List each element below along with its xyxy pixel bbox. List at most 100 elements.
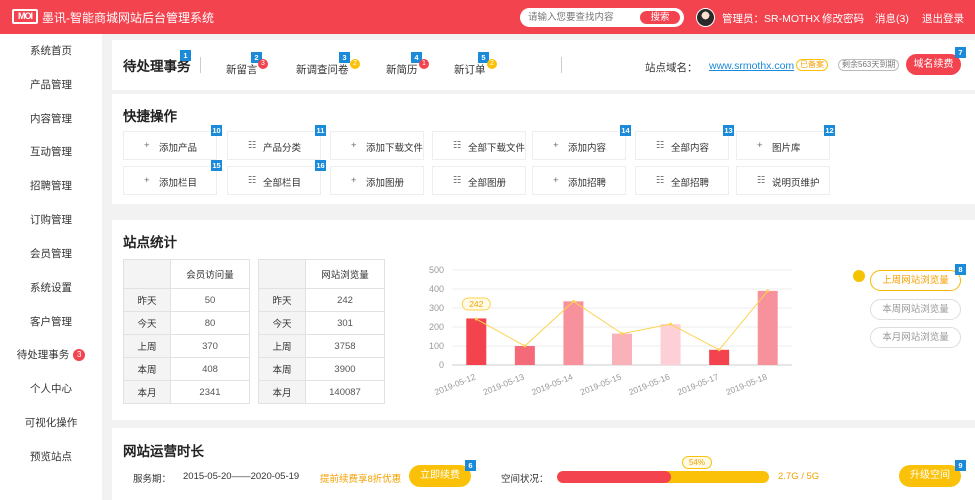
admin-label: 管理员：SR-MOTHX bbox=[722, 13, 820, 25]
uptime-title: 网站运营时长 bbox=[123, 444, 204, 459]
line-point bbox=[717, 348, 721, 352]
quick-action-label: 全部内容 bbox=[671, 143, 710, 154]
list-icon: ☷ bbox=[248, 140, 257, 151]
x-tick-label: 2019-05-17 bbox=[676, 371, 720, 397]
sidebar-item-visual[interactable]: 可视化操作 bbox=[0, 406, 102, 440]
row-label: 本月 bbox=[258, 380, 306, 404]
line-point bbox=[523, 344, 527, 348]
search-input[interactable] bbox=[528, 11, 638, 24]
sidebar-item-pending[interactable]: 待处理事务 3 bbox=[0, 338, 102, 372]
page-maintenance-button[interactable]: ☷ 说明页维护 bbox=[736, 166, 830, 195]
bar bbox=[563, 301, 584, 365]
plus-icon: + bbox=[351, 175, 357, 186]
messages-link[interactable]: 消息(3) bbox=[875, 11, 909, 26]
row-label: 昨天 bbox=[258, 288, 306, 312]
avatar[interactable] bbox=[696, 8, 715, 27]
last-week-views-toggle[interactable]: 上周网站浏览量 bbox=[870, 270, 961, 291]
plus-icon: + bbox=[144, 140, 150, 151]
this-month-views-toggle[interactable]: 本月网站浏览量 bbox=[870, 327, 961, 348]
domain-label: 站点域名： bbox=[645, 62, 698, 74]
list-icon: ☷ bbox=[248, 175, 257, 186]
plus-icon: + bbox=[553, 175, 559, 186]
table-header: 会员访问量 bbox=[170, 259, 250, 289]
y-tick-label: 500 bbox=[429, 265, 444, 275]
site-stats-panel: 站点统计 会员访问量 昨天 50 今天 80 上周 370 本周 408 本月 2341 … bbox=[112, 220, 975, 420]
sidebar-item-content[interactable]: 内容管理 bbox=[0, 102, 102, 136]
tag-7: 7 bbox=[955, 47, 966, 58]
sidebar-item-profile[interactable]: 个人中心 bbox=[0, 372, 102, 406]
plus-icon: + bbox=[144, 175, 150, 186]
renew-now-button[interactable]: 立即续费 bbox=[409, 465, 471, 487]
row-label: 昨天 bbox=[123, 288, 171, 312]
promo-text: 提前续费享8折优惠 bbox=[320, 474, 402, 485]
tag-14: 14 bbox=[620, 125, 631, 136]
tag-13: 13 bbox=[723, 125, 734, 136]
row-value: 301 bbox=[305, 311, 385, 335]
tab-new-messages[interactable]: 新留言 bbox=[226, 62, 258, 77]
plus-icon: + bbox=[757, 140, 763, 151]
add-column-button[interactable]: + 添加栏目 bbox=[123, 166, 217, 195]
x-tick-label: 2019-05-13 bbox=[482, 371, 526, 397]
tag-16: 16 bbox=[315, 160, 326, 171]
add-product-button[interactable]: + 添加产品 bbox=[123, 131, 217, 160]
all-columns-button[interactable]: ☷ 全部栏目 bbox=[227, 166, 321, 195]
tab-new-resumes[interactable]: 新简历 bbox=[386, 62, 418, 77]
all-albums-button[interactable]: ☷ 全部图册 bbox=[432, 166, 526, 195]
logout-link[interactable]: 退出登录 bbox=[922, 11, 964, 26]
product-category-button[interactable]: ☷ 产品分类 bbox=[227, 131, 321, 160]
all-downloads-button[interactable]: ☷ 全部下载文件 bbox=[432, 131, 526, 160]
renew-domain-button[interactable]: 域名续费 bbox=[906, 54, 961, 75]
quick-action-label: 全部下载文件 bbox=[468, 143, 526, 154]
new-surveys-count: 2 bbox=[350, 59, 360, 69]
all-content-button[interactable]: ☷ 全部内容 bbox=[635, 131, 729, 160]
x-tick-label: 2019-05-15 bbox=[579, 371, 623, 397]
sidebar-item-interaction[interactable]: 互动管理 bbox=[0, 135, 102, 169]
tag-12: 12 bbox=[824, 125, 835, 136]
top-bar: MOI 墨讯-智能商城网站后台管理系统 搜索 管理员：SR-MOTHX 修改密码… bbox=[0, 0, 975, 34]
divider bbox=[200, 57, 201, 73]
quick-action-label: 全部招聘 bbox=[671, 178, 710, 189]
sidebar-item-orders[interactable]: 订购管理 bbox=[0, 203, 102, 237]
sidebar-item-members[interactable]: 会员管理 bbox=[0, 237, 102, 271]
upgrade-space-button[interactable]: 升级空间 bbox=[899, 465, 961, 487]
sidebar-item-settings[interactable]: 系统设置 bbox=[0, 271, 102, 305]
sidebar-item-recruitment[interactable]: 招聘管理 bbox=[0, 169, 102, 203]
member-visits-table: 会员访问量 昨天 50 今天 80 上周 370 本周 408 本月 2341 bbox=[123, 259, 250, 404]
bar bbox=[466, 318, 487, 365]
sidebar: 系统首页 产品管理 内容管理 互动管理 招聘管理 订购管理 会员管理 系统设置 … bbox=[0, 34, 102, 500]
row-value: 3900 bbox=[305, 357, 385, 381]
this-week-views-toggle[interactable]: 本周网站浏览量 bbox=[870, 299, 961, 320]
sidebar-item-products[interactable]: 产品管理 bbox=[0, 68, 102, 102]
image-library-button[interactable]: + 图片库 bbox=[736, 131, 830, 160]
add-content-button[interactable]: + 添加内容 bbox=[532, 131, 626, 160]
tab-new-orders[interactable]: 新订单 bbox=[454, 62, 486, 77]
row-label: 上周 bbox=[123, 334, 171, 358]
new-messages-count: 3 bbox=[258, 59, 268, 69]
search-button[interactable]: 搜索 bbox=[640, 11, 680, 24]
domain-link[interactable]: www.srmothx.com bbox=[709, 60, 794, 72]
tag-11: 11 bbox=[315, 125, 326, 136]
sidebar-item-home[interactable]: 系统首页 bbox=[0, 34, 102, 68]
data-label: 242 bbox=[469, 299, 483, 309]
y-tick-label: 0 bbox=[439, 360, 444, 370]
add-album-button[interactable]: + 添加图册 bbox=[330, 166, 424, 195]
tab-new-surveys[interactable]: 新调查问卷 bbox=[296, 62, 349, 77]
sidebar-item-customers[interactable]: 客户管理 bbox=[0, 305, 102, 339]
legend-dot bbox=[853, 270, 865, 282]
logo: MOI bbox=[12, 9, 38, 24]
add-job-button[interactable]: + 添加招聘 bbox=[532, 166, 626, 195]
row-value: 408 bbox=[170, 357, 250, 381]
service-label: 服务期： bbox=[133, 474, 172, 485]
tag-8: 8 bbox=[955, 264, 966, 275]
sidebar-item-preview[interactable]: 预览站点 bbox=[0, 440, 102, 474]
all-jobs-button[interactable]: ☷ 全部招聘 bbox=[635, 166, 729, 195]
line-point bbox=[474, 317, 478, 321]
change-password-link[interactable]: 修改密码 bbox=[822, 11, 864, 26]
remaining-days-badge: 剩余563天到期 bbox=[838, 59, 900, 71]
x-tick-label: 2019-05-16 bbox=[627, 371, 671, 397]
add-download-button[interactable]: + 添加下载文件 bbox=[330, 131, 424, 160]
line-point bbox=[669, 322, 673, 326]
quick-action-label: 添加栏目 bbox=[159, 178, 198, 189]
app-title: 墨讯-智能商城网站后台管理系统 bbox=[42, 11, 214, 25]
x-tick-label: 2019-05-18 bbox=[724, 371, 768, 397]
